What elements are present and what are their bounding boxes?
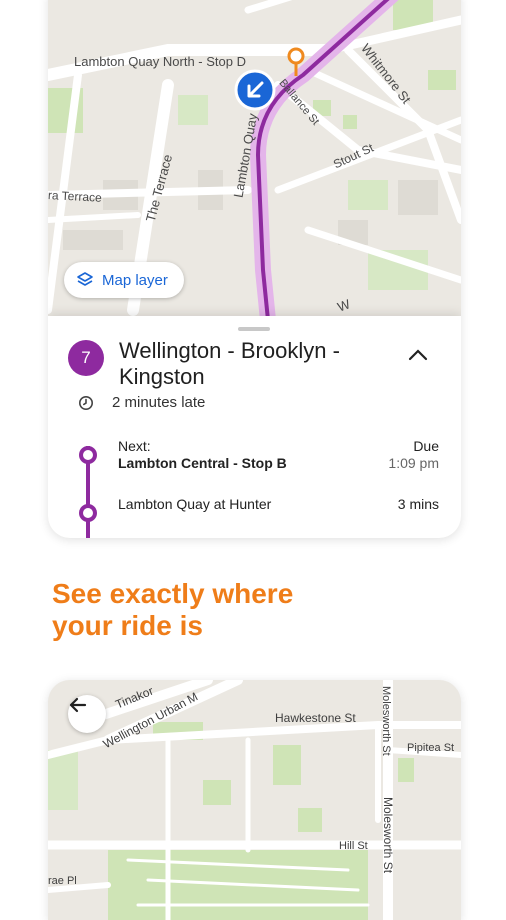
headline-line-2: your ride is [52,610,203,641]
marketing-headline: See exactly where your ride is [52,578,293,642]
headline-line-1: See exactly where [52,578,294,609]
route-number: 7 [81,348,91,367]
street-label: Pipitea St [407,742,455,754]
map-layer-button[interactable]: Map layer [64,262,184,298]
map-preview-card: Tinakor Wellington Urban M Hawkestone St… [48,680,461,920]
stop-marker-icon[interactable] [287,47,305,65]
street-label: Hill St [339,840,368,852]
eta-label: 3 mins [397,496,439,512]
stop-dot [79,504,97,522]
eta-label: Due [413,438,439,454]
street-label: Lambton Quay North - Stop D [74,54,246,69]
route-number-badge: 7 [68,340,104,376]
drag-handle[interactable] [238,327,270,331]
layers-icon [77,272,93,286]
map-layer-label: Map layer [102,271,168,289]
stop-name: Lambton Central - Stop B [118,455,287,471]
street-label: Hawkestone St [275,711,356,725]
next-label: Next: [118,438,151,454]
street-label: Molesworth St [380,686,392,756]
arrow-left-icon [69,697,87,713]
street-label: Molesworth St [381,797,395,874]
lateness-status: 2 minutes late [112,394,206,411]
stop-name: Lambton Quay at Hunter [118,496,272,512]
street-label: ra Terrace [48,188,103,205]
list-item[interactable]: Next: Lambton Central - Stop B [118,438,287,472]
back-button[interactable] [68,695,106,733]
stop-dot [79,446,97,464]
street-label: rae Pl [48,875,77,887]
route-title: Wellington - Brooklyn - Kingston [119,338,340,389]
map-canvas[interactable] [48,680,461,920]
clock-icon [79,395,93,410]
live-map-card: Lambton Quay North - Stop D Whitmore St … [48,0,461,538]
stop-list: Next: Lambton Central - Stop B Due 1:09 … [48,438,461,538]
route-sheet: 7 Wellington - Brooklyn - Kingston 2 min… [48,316,461,446]
eta-time: 1:09 pm [388,455,439,471]
list-item[interactable]: Lambton Quay at Hunter [118,496,271,513]
collapse-chevron-icon[interactable] [406,344,430,368]
stop-eta: Due 1:09 pm [388,438,439,472]
stop-eta: 3 mins [398,496,439,513]
status-row: 2 minutes late [78,394,205,411]
